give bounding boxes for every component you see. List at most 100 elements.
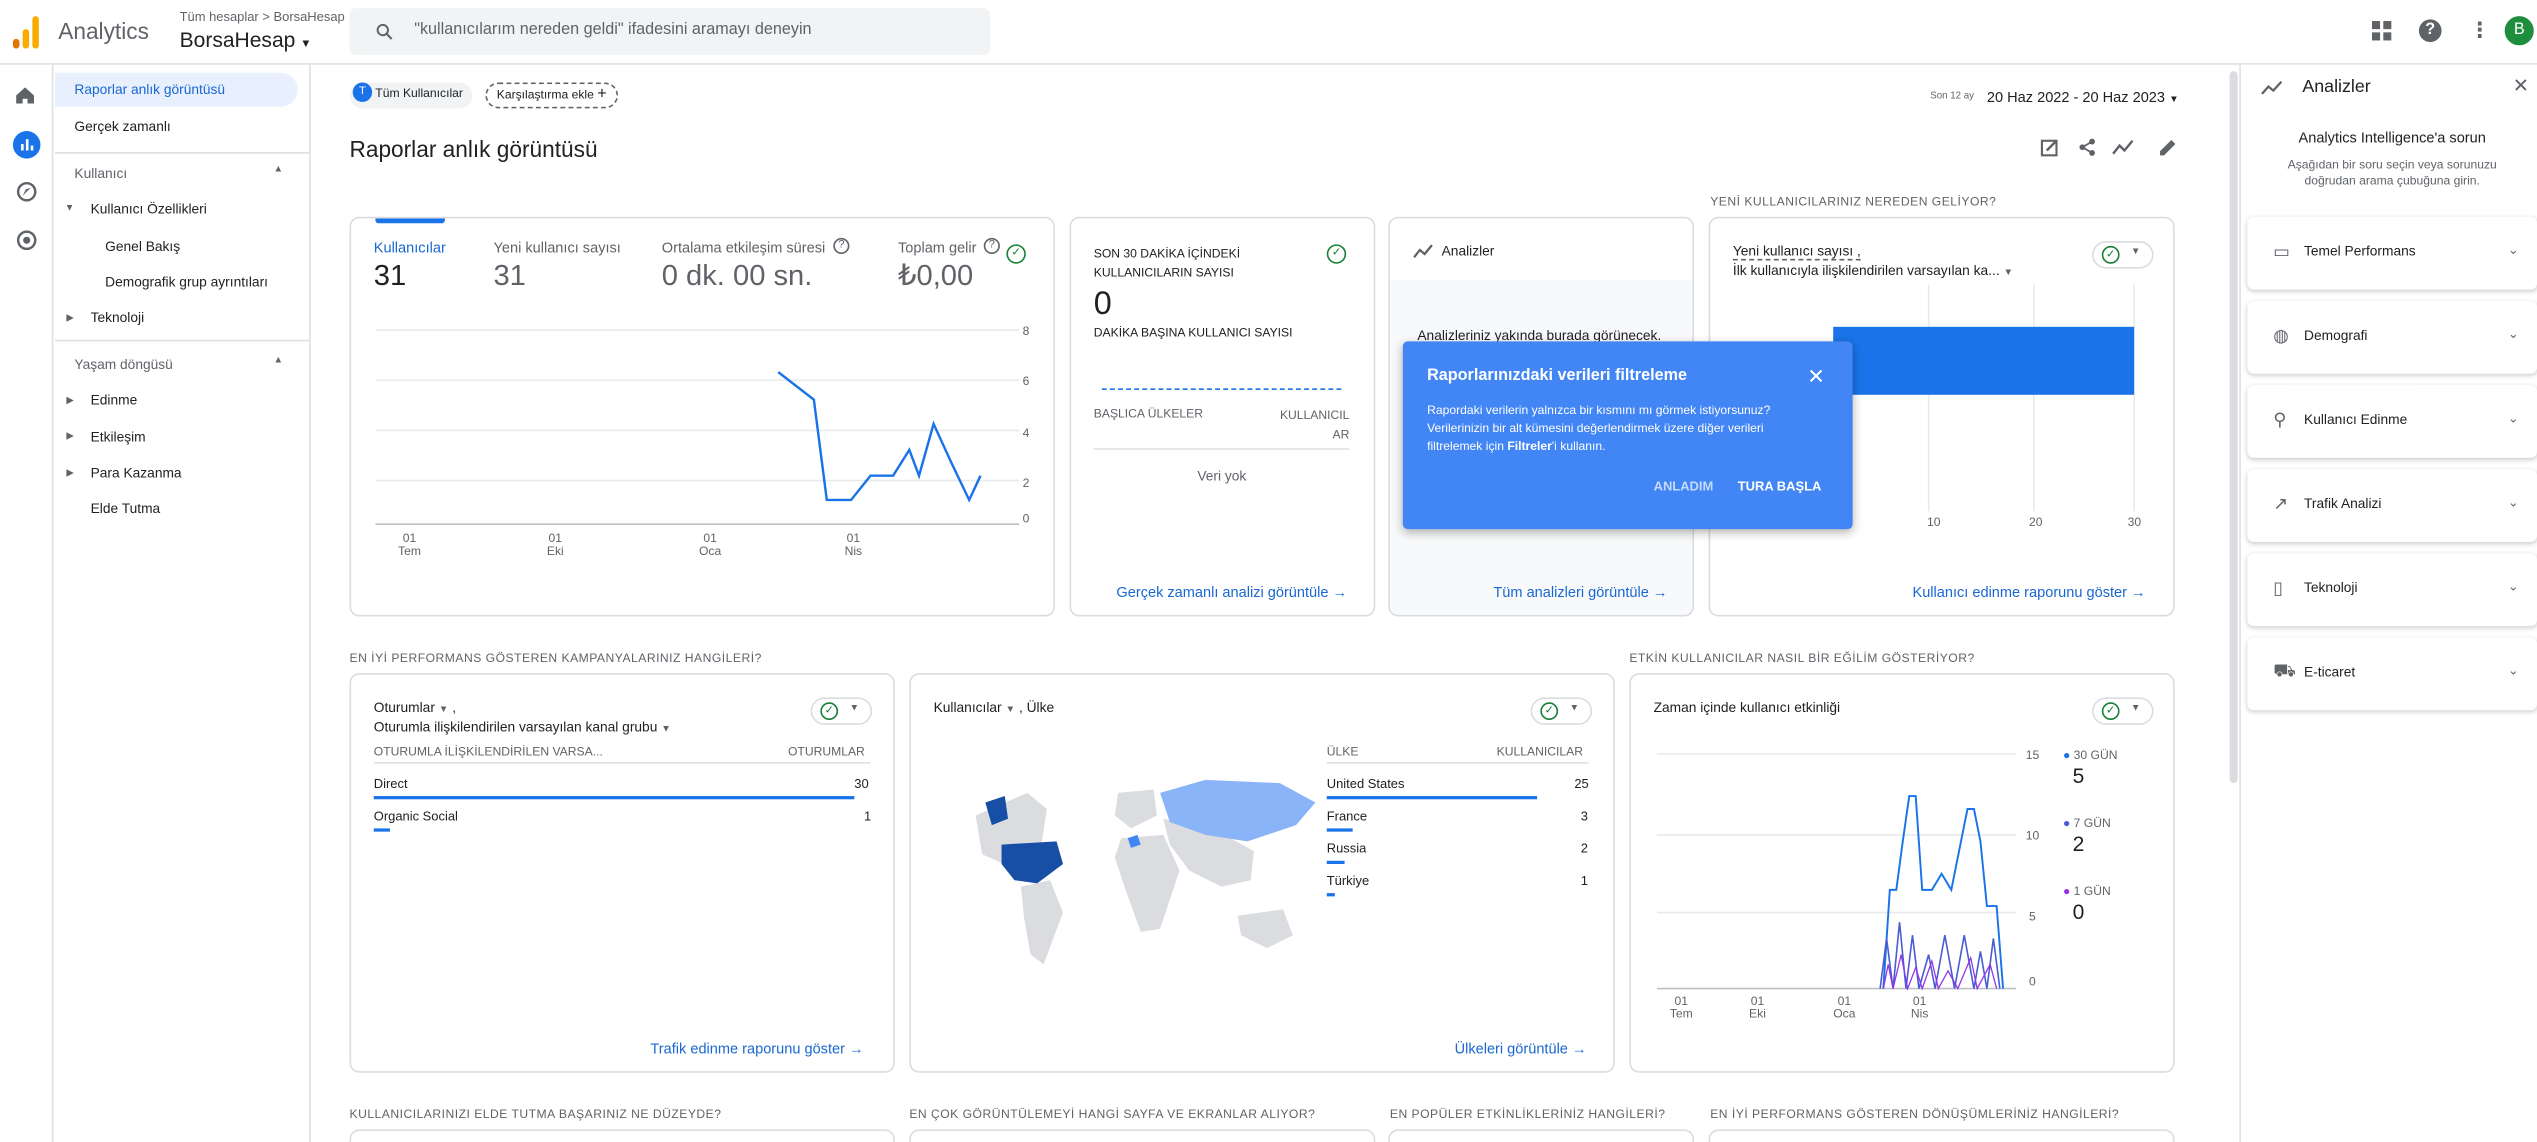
chevron-down-icon: ⌄ xyxy=(2507,242,2519,258)
kpi-new-users-label[interactable]: Yeni kullanıcı sayısı xyxy=(493,239,620,255)
help-icon[interactable]: ? xyxy=(2418,19,2442,43)
question-group-ecommerce[interactable]: ⛟ E-ticaret ⌄ xyxy=(2247,637,2537,711)
popup-body: Rapordaki verilerin yalnızca bir kısmını… xyxy=(1427,402,1771,454)
kpi-users-label[interactable]: Kullanıcılar xyxy=(374,239,446,255)
retention-card xyxy=(349,1129,895,1142)
close-icon[interactable]: ✕ xyxy=(2513,74,2529,97)
add-comparison-button[interactable]: Karşılaştırma ekle + xyxy=(485,82,619,109)
nav-item-demographic-details[interactable]: Demografik grup ayrıntıları xyxy=(105,273,268,289)
explore-icon[interactable] xyxy=(16,181,37,202)
row-bar xyxy=(1326,796,1538,800)
conversions-card xyxy=(1708,1129,2175,1142)
chevron-down-icon: ⌄ xyxy=(2507,663,2519,678)
data-quality-check-icon[interactable]: ✓ xyxy=(1326,244,1347,264)
chevron-down-icon: ⌄ xyxy=(2507,326,2519,342)
new-users-metric[interactable]: Yeni kullanıcı sayısı , xyxy=(1732,243,1861,261)
globe-icon: ◍ xyxy=(2273,326,2289,347)
reports-nav xyxy=(55,64,311,1142)
table-row-value: 30 xyxy=(854,776,869,792)
nav-item-realtime[interactable]: Gerçek zamanlı xyxy=(74,118,170,134)
data-quality-button[interactable]: ✓ ▼ xyxy=(1530,697,1593,725)
x-tick: 30 xyxy=(2127,514,2142,530)
start-tour-button[interactable]: TURA BAŞLA xyxy=(1738,479,1822,494)
advertising-icon[interactable] xyxy=(16,230,37,251)
realtime-link[interactable]: Gerçek zamanlı analizi görüntüle → xyxy=(1116,584,1347,600)
x-tick: 01 Eki xyxy=(546,530,564,559)
question-group-basic-performance[interactable]: ▭ Temel Performans ⌄ xyxy=(2247,216,2537,290)
view-countries-link[interactable]: Ülkeleri görüntüle → xyxy=(1455,1040,1587,1056)
nav-item-user-attributes[interactable]: Kullanıcı Özellikleri xyxy=(91,201,207,217)
chevron-up-icon[interactable]: ▲ xyxy=(273,165,283,175)
more-vert-icon[interactable]: ⋮ xyxy=(2469,18,2490,44)
question-group-demographics[interactable]: ◍ Demografi ⌄ xyxy=(2247,300,2537,374)
date-range-picker[interactable]: 20 Haz 2022 - 20 Haz 2023 ▼ xyxy=(1987,89,2179,105)
caret-right-icon[interactable]: ▶ xyxy=(66,468,73,479)
kpi-line-chart xyxy=(375,328,1020,526)
nav-item-engagement[interactable]: Etkileşim xyxy=(91,429,146,445)
data-quality-button[interactable]: ✓ ▼ xyxy=(2092,697,2154,725)
new-users-dimension[interactable]: İlk kullanıcıyla ilişkilendirilen varsay… xyxy=(1733,262,2013,278)
nav-item-snapshot[interactable]: Raporlar anlık görüntüsü xyxy=(55,72,298,107)
table-row-name: Organic Social xyxy=(373,809,458,824)
nav-item-technology[interactable]: Teknoloji xyxy=(91,309,145,325)
countries-metric[interactable]: Kullanıcılar ▼ , Ülke xyxy=(934,699,1055,715)
campaigns-metric[interactable]: Oturumlar ▼ , xyxy=(374,699,456,715)
app-name[interactable]: Analytics xyxy=(58,18,149,44)
all-users-chip[interactable]: T Tüm Kullanıcılar xyxy=(349,82,473,109)
customize-report-icon[interactable] xyxy=(2040,138,2059,157)
kpi-revenue-value: ₺0,00 xyxy=(897,258,974,292)
campaigns-dimension[interactable]: Oturumla ilişkilendirilen varsayılan kan… xyxy=(374,718,671,734)
search-bar[interactable]: "kullanıcılarım nereden geldi" ifadesini… xyxy=(349,8,991,56)
x-tick: 10 xyxy=(1927,514,1941,530)
table-row-name: United States xyxy=(1326,776,1405,792)
caret-right-icon[interactable]: ▶ xyxy=(66,430,73,442)
date-prefix: Son 12 ay xyxy=(1930,92,1975,102)
caret-right-icon[interactable]: ▶ xyxy=(66,312,73,324)
add-comparison-label: Karşılaştırma ekle xyxy=(496,87,594,102)
question-group-technology[interactable]: ▯ Teknoloji ⌄ xyxy=(2247,553,2537,627)
analytics-logo-icon[interactable] xyxy=(12,16,39,49)
question-group-user-acquisition[interactable]: ⚲ Kullanıcı Edinme ⌄ xyxy=(2247,385,2537,458)
search-input[interactable]: "kullanıcılarım nereden geldi" ifadesini… xyxy=(414,21,811,39)
edit-icon[interactable] xyxy=(2158,138,2177,157)
nav-section-user[interactable]: Kullanıcı xyxy=(74,165,127,181)
section-title: EN POPÜLER ETKİNLİKLERİNİZ HANGİLERİ? xyxy=(1389,1106,1666,1122)
user-acquisition-link[interactable]: Kullanıcı edinme raporunu göster → xyxy=(1912,584,2145,600)
nav-item-retention[interactable]: Elde Tutma xyxy=(91,500,161,516)
account-selector[interactable]: BorsaHesap ▼ xyxy=(180,28,312,52)
main-scrollbar[interactable] xyxy=(2229,71,2238,784)
caret-down-icon[interactable]: ▼ xyxy=(65,204,75,214)
data-quality-button[interactable]: ✓ ▼ xyxy=(2092,241,2154,269)
nav-section-lifecycle[interactable]: Yaşam döngüsü xyxy=(74,356,172,372)
panel-heading: Analytics Intelligence'a sorun xyxy=(2298,129,2486,146)
insights-icon[interactable] xyxy=(2111,138,2134,157)
reports-icon[interactable] xyxy=(12,131,41,159)
got-it-button[interactable]: ANLADIM xyxy=(1654,479,1714,494)
nav-item-monetization[interactable]: Para Kazanma xyxy=(91,464,182,480)
help-icon[interactable]: ? xyxy=(983,237,1000,255)
chevron-down-icon: ⌄ xyxy=(2507,410,2519,426)
traffic-acquisition-link[interactable]: Trafik edinme raporunu göster → xyxy=(650,1040,863,1056)
close-icon[interactable]: ✕ xyxy=(1807,364,1825,390)
nav-item-acquisition[interactable]: Edinme xyxy=(91,392,138,408)
all-insights-link[interactable]: Tüm analizleri görüntüle → xyxy=(1493,584,1667,600)
table-row-value: 25 xyxy=(1574,776,1589,792)
help-icon[interactable]: ? xyxy=(833,237,850,255)
search-icon xyxy=(376,23,393,40)
question-group-traffic-analysis[interactable]: ↗ Trafik Analizi ⌄ xyxy=(2247,469,2537,543)
insights-icon xyxy=(2261,80,2283,95)
chevron-up-icon[interactable]: ▲ xyxy=(273,356,283,366)
share-icon[interactable] xyxy=(2078,138,2097,157)
home-icon[interactable] xyxy=(15,86,36,105)
person-icon: ⚲ xyxy=(2273,410,2287,431)
apps-grid-icon[interactable] xyxy=(2371,21,2392,41)
avatar[interactable]: B xyxy=(2504,16,2534,46)
users-header: KULLANICIL AR xyxy=(1279,407,1350,442)
kpi-revenue-label[interactable]: Toplam gelir xyxy=(898,239,977,255)
shopping-cart-icon: ⛟ xyxy=(2273,661,2296,682)
data-quality-check-icon[interactable]: ✓ xyxy=(1006,244,1026,264)
caret-right-icon[interactable]: ▶ xyxy=(66,395,73,406)
nav-item-overview[interactable]: Genel Bakış xyxy=(105,238,180,254)
kpi-avg-engagement-label[interactable]: Ortalama etkileşim süresi xyxy=(662,239,825,255)
data-quality-button[interactable]: ✓ ▼ xyxy=(810,697,873,725)
